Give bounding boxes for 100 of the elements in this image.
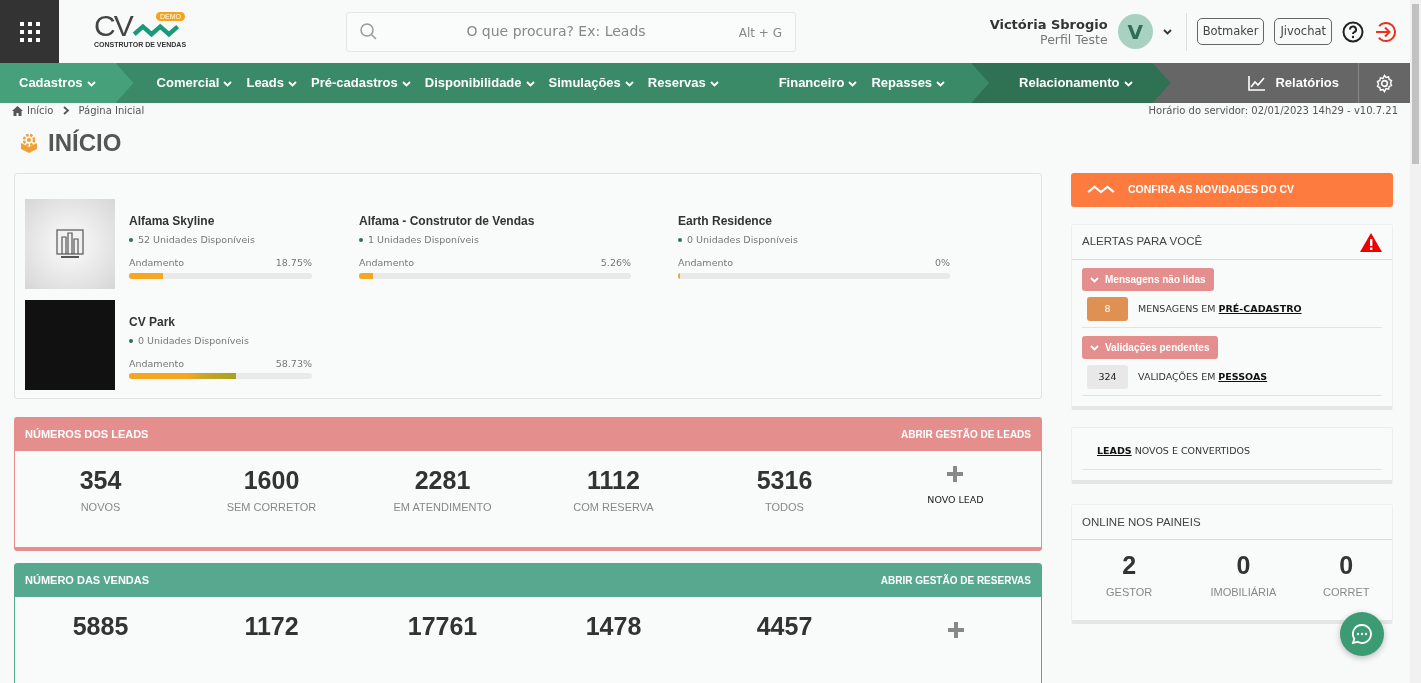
leads-summary-text: LEADS NOVOS E CONVERTIDOS — [1082, 444, 1382, 471]
stat-label: GESTOR — [1105, 585, 1154, 601]
settings-button[interactable] — [1375, 71, 1394, 95]
project-name[interactable]: Alfama Skyline — [129, 212, 312, 230]
stat-label: SEM CORRETOR — [225, 500, 318, 515]
progress-percent: 58.73% — [275, 356, 312, 371]
menu-item[interactable]: Simulações — [548, 73, 634, 93]
alert-link[interactable]: PESSOAS — [1218, 370, 1268, 382]
panel-title: NÚMEROS DOS LEADS — [25, 427, 149, 443]
card-title: ALERTAS PARA VOCÊ — [1082, 234, 1203, 250]
stat-value[interactable]: 1478 — [528, 611, 699, 641]
chevron-down-icon — [288, 78, 298, 88]
count-badge: 324 — [1087, 365, 1128, 389]
status-dot — [129, 338, 133, 343]
page-title: INÍCIO — [48, 128, 122, 158]
user-name: Victória Sbrogio — [989, 16, 1108, 32]
stat-value[interactable]: 4457 — [699, 611, 870, 641]
status-dot — [678, 238, 682, 243]
menu-item[interactable]: Repasses — [871, 73, 946, 93]
count-badge: 8 — [1087, 297, 1128, 321]
alert-text: MENSAGENS EM PRÉ-CADASTRO — [1138, 301, 1302, 316]
plus-icon — [946, 465, 965, 483]
chevron-down-icon — [709, 78, 719, 88]
panel-title: NÚMERO DAS VENDAS — [25, 573, 150, 589]
stat-value[interactable]: 1172 — [186, 611, 357, 641]
menu-item[interactable]: Disponibilidade — [424, 73, 535, 93]
chevron-down-icon — [1090, 343, 1099, 352]
stat-value: 0 — [1235, 550, 1252, 581]
available-units: 52 Unidades Disponíveis — [138, 233, 255, 247]
alert-link[interactable]: PRÉ-CADASTRO — [1218, 302, 1302, 314]
available-units: 1 Unidades Disponíveis — [368, 233, 479, 247]
status-dot — [129, 238, 133, 243]
stat-value: 0 — [1338, 550, 1355, 581]
chevron-down-icon — [1162, 27, 1172, 36]
line-chart-icon — [1248, 75, 1267, 91]
menu-item[interactable]: Leads — [246, 73, 298, 93]
scrollbar[interactable] — [1410, 0, 1421, 683]
server-time: Horário do servidor: 02/01/2023 14h29 - v10.7.21 — [1148, 104, 1398, 118]
menu-item[interactable]: Relacionamento — [1019, 73, 1133, 93]
stat-value[interactable]: 2281 — [357, 465, 528, 495]
stat-label: CORRET — [1322, 585, 1371, 601]
progress-percent: 0% — [934, 256, 950, 271]
leads-link[interactable]: LEADS — [1097, 445, 1132, 456]
status-dot — [359, 238, 363, 243]
chevron-down-icon — [525, 78, 535, 88]
logout-icon — [1374, 20, 1396, 43]
home-icon — [12, 105, 23, 116]
progress-percent: 18.75% — [275, 256, 312, 271]
project-name[interactable]: Earth Residence — [678, 212, 950, 230]
building-icon — [56, 229, 84, 259]
chevron-down-icon — [401, 78, 411, 88]
chevron-down-icon — [1090, 275, 1099, 284]
stat-label: TODOS — [764, 500, 805, 515]
reports-link[interactable]: Relatórios — [1248, 63, 1359, 103]
card-title: ONLINE NOS PAINEIS — [1082, 514, 1201, 530]
menu-item[interactable]: Pré-cadastros — [311, 73, 411, 93]
chevron-down-icon — [1123, 78, 1133, 88]
chevron-down-icon — [848, 78, 858, 88]
stat-label: COM RESERVA — [572, 500, 655, 515]
stat-value[interactable]: 354 — [15, 465, 186, 495]
project-name[interactable]: CV Park — [129, 312, 312, 331]
grid-icon — [19, 21, 40, 42]
progress-label: Andamento — [678, 256, 734, 271]
alert-text: VALIDAÇÕES EM PESSOAS — [1138, 369, 1268, 384]
chevron-down-icon — [624, 78, 634, 88]
progress-percent: 5.26% — [600, 256, 631, 271]
breadcrumb-link[interactable]: Página Inicial — [78, 103, 145, 118]
new-lead-button[interactable]: NOVO LEAD — [927, 465, 984, 508]
chevron-right-icon — [61, 106, 71, 115]
search-icon — [360, 22, 377, 40]
chat-button[interactable] — [1340, 612, 1384, 656]
logo-text: CV — [94, 12, 132, 41]
shortcut-hint: Alt + G — [738, 24, 782, 42]
stat-value[interactable]: 1112 — [528, 465, 699, 495]
stat-value[interactable]: 5316 — [699, 465, 870, 495]
stat-label: EM ATENDIMENTO — [392, 500, 493, 515]
menu-item[interactable]: Financeiro — [778, 73, 858, 93]
header-button[interactable]: Botmaker — [1196, 17, 1265, 46]
stat-value[interactable]: 17761 — [357, 611, 528, 641]
wave-logo-icon — [1086, 184, 1116, 196]
box-gear-icon — [18, 132, 40, 154]
chat-bubble-icon — [1351, 623, 1373, 645]
progress-label: Andamento — [359, 256, 415, 271]
stat-value[interactable]: 5885 — [15, 611, 186, 641]
help-icon — [1342, 20, 1364, 43]
user-avatar[interactable]: V — [1117, 14, 1153, 49]
stat-value[interactable]: 1600 — [186, 465, 357, 495]
menu-item[interactable]: Reservas — [647, 73, 719, 93]
user-profile: Perfil Teste — [1039, 31, 1108, 47]
plus-icon — [946, 621, 965, 639]
progress-label: Andamento — [129, 256, 185, 271]
available-units: 0 Unidades Disponíveis — [687, 233, 798, 247]
header-button[interactable]: Jivochat — [1274, 17, 1332, 46]
project-name[interactable]: Alfama - Construtor de Vendas — [359, 212, 631, 230]
progress-label: Andamento — [129, 356, 185, 371]
warning-icon — [1360, 232, 1382, 252]
apps-menu-button[interactable] — [0, 0, 59, 63]
stat-label: NOVOS — [79, 500, 122, 515]
menu-item[interactable]: Comercial — [156, 73, 233, 93]
breadcrumb-link[interactable]: Início — [27, 103, 54, 118]
